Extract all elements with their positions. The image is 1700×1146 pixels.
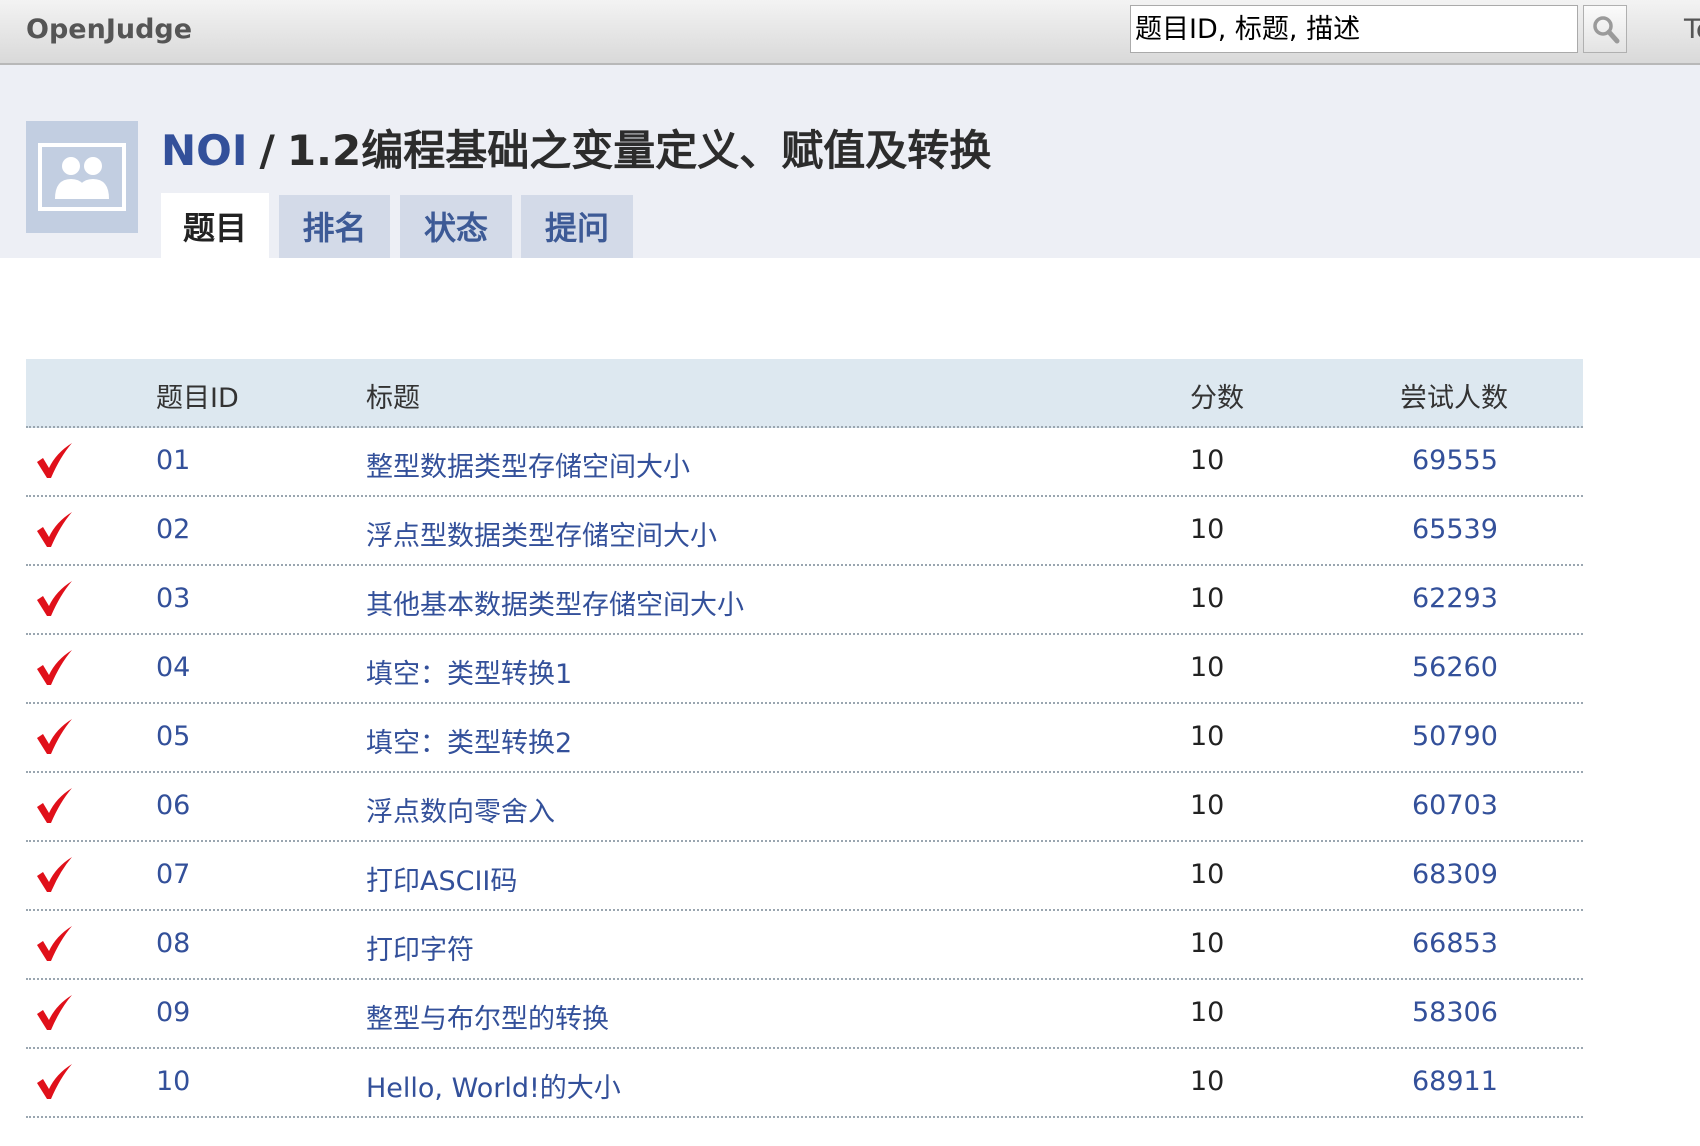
breadcrumb: NOI/1.2编程基础之变量定义、赋值及转换 [161, 117, 991, 178]
breadcrumb-group-link[interactable]: NOI [161, 126, 247, 175]
tab-ranking[interactable]: 排名 [279, 195, 390, 258]
problem-title-link[interactable]: 浮点数向零舍入 [366, 790, 555, 829]
problem-title-link[interactable]: 填空：类型转换1 [366, 652, 572, 691]
table-row: 03 其他基本数据类型存储空间大小 10 62293 [26, 566, 1583, 635]
problem-title-link[interactable]: 整型与布尔型的转换 [366, 997, 609, 1036]
problem-tries-link[interactable]: 56260 [1412, 652, 1498, 683]
site-logo[interactable]: OpenJudge [26, 14, 192, 45]
problem-score: 10 [1190, 928, 1225, 959]
problem-title-link[interactable]: 打印字符 [366, 928, 474, 967]
problem-score: 10 [1190, 721, 1225, 752]
table-row: 02 浮点型数据类型存储空间大小 10 65539 [26, 497, 1583, 566]
check-icon [37, 443, 72, 478]
table-body: 01 整型数据类型存储空间大小 10 69555 02 浮点型数据类型存储空间大小 10 65… [26, 428, 1583, 1118]
top-bar: OpenJudge Te [0, 0, 1700, 65]
header-tries: 尝试人数 [1400, 383, 1508, 414]
table-row: 04 填空：类型转换1 10 56260 [26, 635, 1583, 704]
problem-title-link[interactable]: 打印ASCII码 [366, 859, 517, 898]
check-icon [37, 788, 72, 823]
page-title: 1.2编程基础之变量定义、赋值及转换 [286, 126, 992, 175]
check-icon [37, 719, 72, 754]
check-icon [37, 995, 72, 1030]
table-row: 06 浮点数向零舍入 10 60703 [26, 773, 1583, 842]
search-icon [1593, 16, 1620, 44]
problem-title-link[interactable]: 整型数据类型存储空间大小 [366, 445, 690, 484]
check-icon [37, 1064, 72, 1099]
problem-id: 09 [156, 997, 191, 1028]
problem-id: 04 [156, 652, 191, 683]
problem-tries-link[interactable]: 68309 [1412, 859, 1498, 890]
problem-title-link[interactable]: 填空：类型转换2 [366, 721, 572, 760]
problem-tries-link[interactable]: 68911 [1412, 1066, 1498, 1097]
search-input[interactable] [1130, 5, 1578, 53]
problem-score: 10 [1190, 583, 1225, 614]
problem-table: 题目ID 标题 分数 尝试人数 01 整型数据类型存储空间大小 10 69555 02 浮… [26, 359, 1583, 1118]
problem-id: 06 [156, 790, 191, 821]
search-button[interactable] [1583, 5, 1627, 53]
problem-id: 02 [156, 514, 191, 545]
problem-score: 10 [1190, 997, 1225, 1028]
problem-tries-link[interactable]: 66853 [1412, 928, 1498, 959]
tab-problems[interactable]: 题目 [161, 193, 269, 258]
problem-score: 10 [1190, 514, 1225, 545]
table-row: 10 Hello, World!的大小 10 68911 [26, 1049, 1583, 1118]
header-problem-id: 题目ID [156, 383, 239, 414]
problem-title-link[interactable]: Hello, World!的大小 [366, 1066, 621, 1105]
check-icon [37, 857, 72, 892]
header-score: 分数 [1190, 383, 1244, 414]
table-row: 05 填空：类型转换2 10 50790 [26, 704, 1583, 773]
problem-tries-link[interactable]: 65539 [1412, 514, 1498, 545]
table-row: 09 整型与布尔型的转换 10 58306 [26, 980, 1583, 1049]
check-icon [37, 650, 72, 685]
check-icon [37, 512, 72, 547]
problem-score: 10 [1190, 652, 1225, 683]
group-avatar-icon [26, 121, 138, 233]
problem-score: 10 [1190, 859, 1225, 890]
problem-id: 07 [156, 859, 191, 890]
problem-id: 01 [156, 445, 191, 476]
tab-questions[interactable]: 提问 [521, 195, 633, 258]
table-row: 07 打印ASCII码 10 68309 [26, 842, 1583, 911]
problem-score: 10 [1190, 790, 1225, 821]
problem-title-link[interactable]: 其他基本数据类型存储空间大小 [366, 583, 744, 622]
check-icon [37, 926, 72, 961]
check-icon [37, 581, 72, 616]
problem-id: 05 [156, 721, 191, 752]
problem-tries-link[interactable]: 69555 [1412, 445, 1498, 476]
problem-id: 03 [156, 583, 191, 614]
table-header: 题目ID 标题 分数 尝试人数 [26, 359, 1583, 428]
table-row: 01 整型数据类型存储空间大小 10 69555 [26, 428, 1583, 497]
breadcrumb-separator: / [259, 126, 275, 175]
problem-score: 10 [1190, 1066, 1225, 1097]
problem-id: 10 [156, 1066, 191, 1097]
problem-id: 08 [156, 928, 191, 959]
problem-title-link[interactable]: 浮点型数据类型存储空间大小 [366, 514, 717, 553]
problem-tries-link[interactable]: 58306 [1412, 997, 1498, 1028]
top-nav-link[interactable]: Te [1684, 14, 1700, 45]
tab-status[interactable]: 状态 [400, 195, 512, 258]
table-row: 08 打印字符 10 66853 [26, 911, 1583, 980]
problem-score: 10 [1190, 445, 1225, 476]
problem-tries-link[interactable]: 50790 [1412, 721, 1498, 752]
header-title: 标题 [366, 383, 420, 414]
problem-tries-link[interactable]: 60703 [1412, 790, 1498, 821]
problem-tries-link[interactable]: 62293 [1412, 583, 1498, 614]
